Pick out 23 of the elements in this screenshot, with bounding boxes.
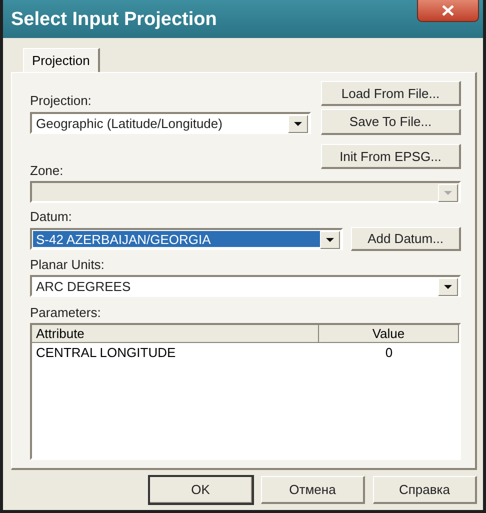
dropdown-field[interactable]: ARC DEGREES bbox=[30, 275, 461, 297]
field-label: Zone: bbox=[30, 163, 64, 178]
dialog-button[interactable]: Справка bbox=[373, 476, 477, 504]
side-button[interactable]: Load From File... bbox=[321, 81, 461, 106]
dropdown-field[interactable]: S-42 AZERBAIJAN/GEORGIA bbox=[30, 228, 343, 250]
table-cell-text: CENTRAL LONGITUDE bbox=[35, 344, 177, 362]
field-label: Planar Units: bbox=[30, 257, 106, 272]
table-cell-text: 0 bbox=[384, 344, 394, 362]
column-header[interactable]: Attribute bbox=[32, 325, 319, 343]
column-header[interactable]: Value bbox=[319, 325, 459, 343]
tab[interactable]: Projection bbox=[23, 48, 100, 72]
dialog-button[interactable]: Отмена bbox=[261, 476, 365, 504]
side-button[interactable]: Init From EPSG... bbox=[321, 144, 461, 169]
side-button[interactable]: Save To File... bbox=[321, 109, 461, 135]
field-label: Projection: bbox=[30, 93, 92, 108]
field-label: Parameters: bbox=[30, 305, 102, 320]
dialog-button[interactable]: OK bbox=[149, 476, 253, 504]
close-icon bbox=[442, 5, 454, 16]
close-button[interactable] bbox=[417, 0, 479, 22]
field-label: Datum: bbox=[30, 209, 73, 224]
window-title: Select Input Projection bbox=[11, 9, 217, 31]
dropdown-field[interactable]: Geographic (Latitude/Longitude) bbox=[30, 112, 311, 134]
add-datum-button[interactable]: Add Datum... bbox=[351, 227, 461, 251]
